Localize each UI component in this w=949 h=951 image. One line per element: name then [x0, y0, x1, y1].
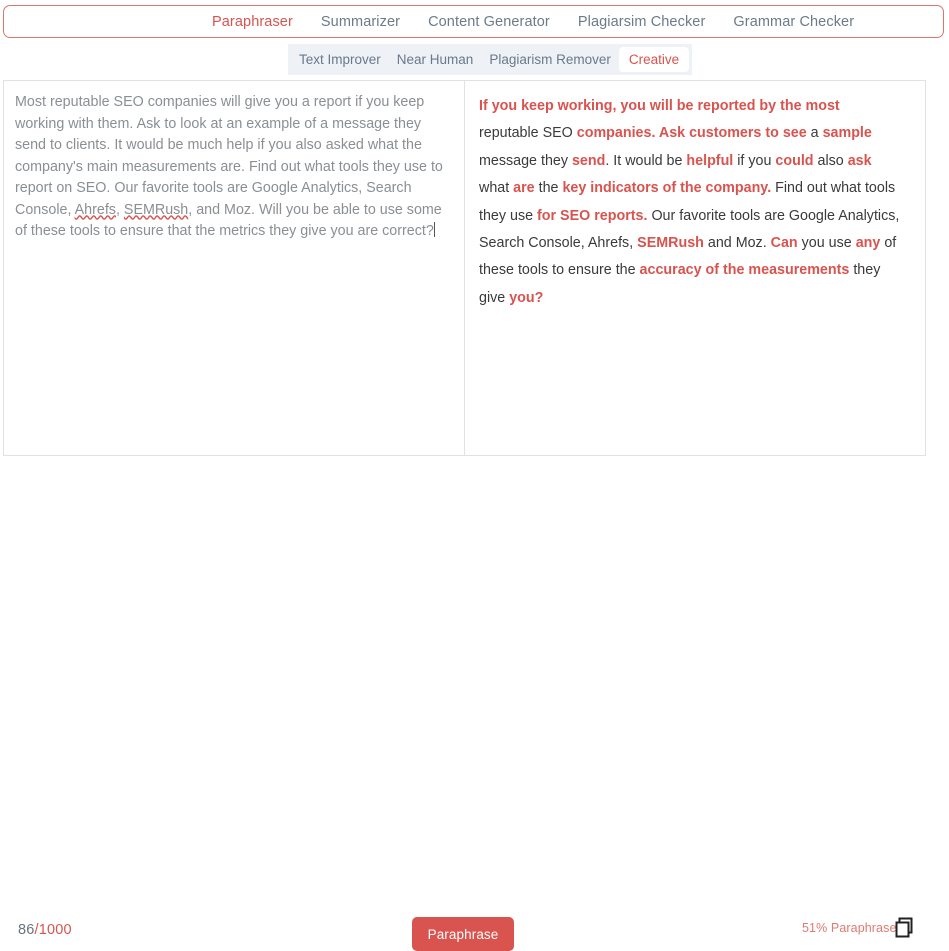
source-text[interactable]: Most reputable SEO companies will give y…: [15, 92, 450, 243]
source-text-segment: ,: [115, 201, 124, 218]
character-count: 86: [18, 922, 35, 938]
input-pane[interactable]: Most reputable SEO companies will give y…: [4, 81, 464, 455]
paraphrase-button[interactable]: Paraphrase: [412, 917, 514, 951]
changed-text-segment: If you keep working, you will be reporte…: [479, 98, 840, 114]
editor-panel: Most reputable SEO companies will give y…: [3, 80, 926, 456]
tab-summarizer[interactable]: Summarizer: [307, 6, 414, 39]
subtab-near-human[interactable]: Near Human: [389, 47, 482, 72]
top-tab-list: Paraphraser Summarizer Content Generator…: [198, 6, 868, 39]
top-tab-bar: Paraphraser Summarizer Content Generator…: [3, 5, 944, 38]
result-text-segment: reputable SEO: [479, 125, 577, 142]
tab-content-generator[interactable]: Content Generator: [414, 6, 564, 39]
source-text-segment: Most reputable SEO companies will give y…: [15, 94, 443, 218]
subtab-plagiarism-remover[interactable]: Plagiarism Remover: [481, 47, 619, 72]
changed-text-segment: sample: [822, 125, 872, 142]
subtab-text-improver[interactable]: Text Improver: [291, 47, 389, 72]
character-counter: 86/1000: [18, 922, 72, 938]
result-text-segment: you use: [797, 235, 856, 252]
result-text-segment: message they: [479, 152, 572, 169]
sub-tab-bar: Text Improver Near Human Plagiarism Remo…: [288, 44, 693, 75]
changed-text-segment: SEMRush: [637, 235, 704, 252]
tab-paraphraser[interactable]: Paraphraser: [198, 6, 307, 39]
result-text-segment: and Moz.: [703, 235, 771, 252]
changed-text-segment: Can: [770, 235, 798, 252]
changed-text-segment: any: [855, 235, 881, 252]
changed-text-segment: you?: [509, 289, 544, 306]
result-text-segment: . It would be: [605, 152, 687, 169]
changed-text-segment: send: [571, 152, 606, 169]
result-text-segment: what: [479, 180, 514, 197]
changed-text-segment: are: [513, 180, 539, 197]
footer-bar: 86/1000 Paraphrase 51% Paraphrased: [0, 456, 949, 951]
changed-text-segment: companies. Ask customers to see: [576, 125, 811, 142]
result-text-segment: also: [817, 152, 848, 169]
result-text: If you keep working, you will be reporte…: [479, 93, 903, 312]
changed-text-segment: ask: [847, 152, 872, 169]
changed-text-segment: could: [775, 152, 818, 169]
paraphrased-percentage: 51% Paraphrased: [802, 921, 904, 935]
misspelled-word: SEMRush: [123, 201, 189, 218]
changed-text-segment: accuracy of the measurements: [639, 262, 850, 279]
changed-text-segment: for SEO reports.: [537, 207, 648, 224]
output-pane: If you keep working, you will be reporte…: [465, 81, 925, 455]
character-limit: /1000: [34, 922, 72, 938]
changed-text-segment: key indicators of the company.: [562, 180, 772, 197]
text-cursor: [433, 222, 435, 237]
result-text-segment: if you: [737, 152, 776, 169]
copy-icon[interactable]: [894, 916, 916, 940]
subtab-creative[interactable]: Creative: [618, 47, 690, 72]
changed-text-segment: helpful: [686, 152, 738, 169]
result-text-segment: the: [538, 180, 563, 197]
result-text-segment: a: [810, 125, 823, 142]
misspelled-word: Ahrefs: [74, 201, 116, 218]
tab-grammar-checker[interactable]: Grammar Checker: [719, 6, 868, 39]
tab-plagiarism-checker[interactable]: Plagiarsim Checker: [564, 6, 720, 39]
copy-icon-glyph: [895, 917, 913, 938]
